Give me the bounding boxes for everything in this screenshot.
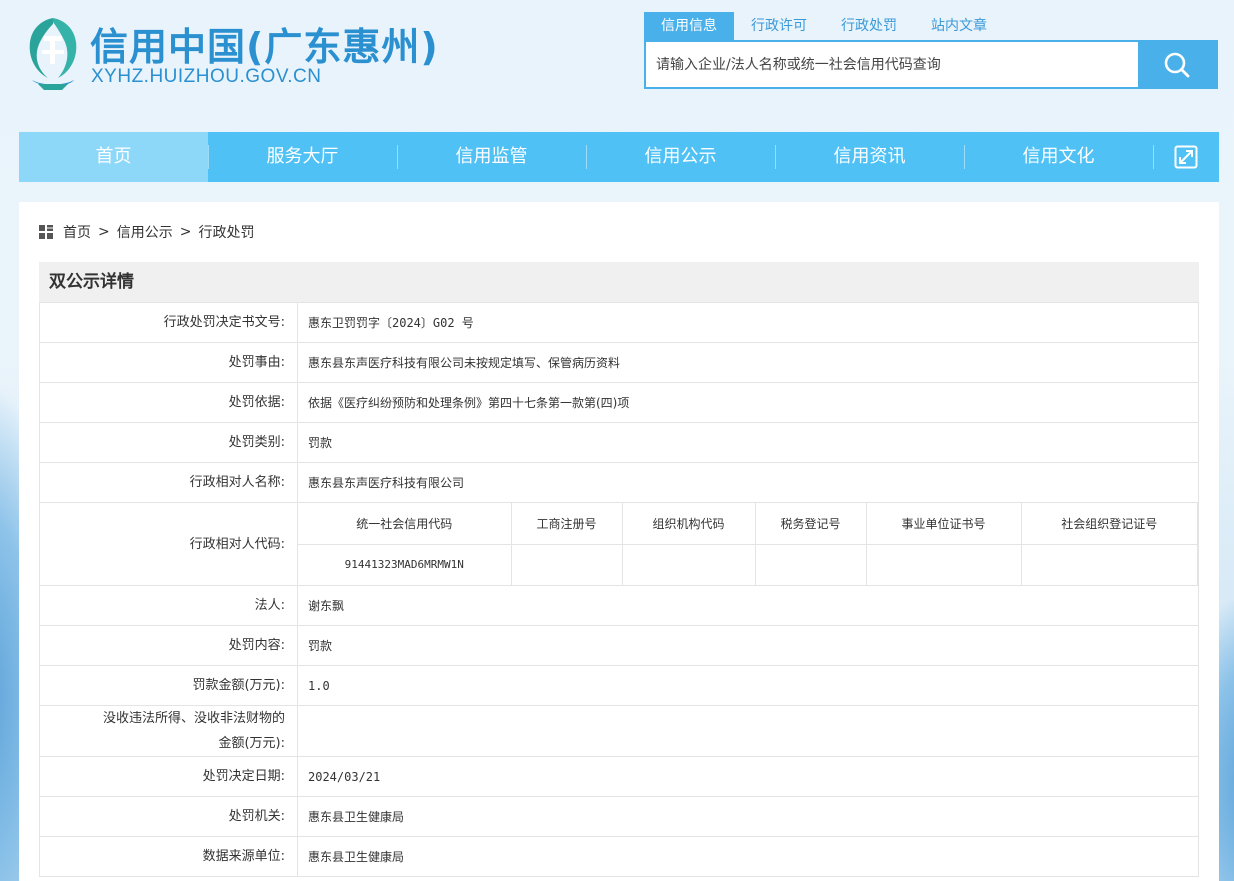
- breadcrumb-credit-publicity[interactable]: 信用公示: [117, 222, 173, 242]
- penalty-content-value: 罚款: [297, 625, 1199, 666]
- search-tab-site-articles[interactable]: 站内文章: [914, 12, 1004, 40]
- row-label: 行政相对人名称:: [39, 462, 298, 503]
- party-code-cell: 统一社会信用代码 工商注册号 组织机构代码 税务登记号 事业单位证书号 社会组织…: [297, 502, 1199, 586]
- decision-number-value: 惠东卫罚罚字〔2024〕G02 号: [297, 302, 1199, 343]
- tax-reg-no-value: [754, 543, 867, 585]
- breadcrumb-sep: >: [179, 224, 192, 240]
- expand-icon: [1174, 145, 1198, 169]
- search-tab-admin-penalty[interactable]: 行政处罚: [824, 12, 914, 40]
- breadcrumb: 首页 > 信用公示 > 行政处罚: [39, 222, 254, 242]
- row-label: 数据来源单位:: [39, 836, 298, 877]
- row-label: 处罚依据:: [39, 382, 298, 423]
- detail-table: 行政处罚决定书文号: 惠东卫罚罚字〔2024〕G02 号 处罚事由: 惠东县东声…: [39, 302, 1199, 877]
- site-logo-icon[interactable]: [22, 14, 84, 92]
- nav-item-credit-news[interactable]: 信用资讯: [775, 132, 964, 182]
- org-code-value: [621, 543, 756, 585]
- nav-item-service-hall[interactable]: 服务大厅: [208, 132, 397, 182]
- nav-item-credit-supervision[interactable]: 信用监管: [397, 132, 586, 182]
- table-row: 数据来源单位: 惠东县卫生健康局: [39, 836, 1199, 877]
- code-header: 事业单位证书号: [865, 503, 1022, 545]
- nav-item-credit-publicity[interactable]: 信用公示: [586, 132, 775, 182]
- table-row: 处罚事由: 惠东县东声医疗科技有限公司未按规定填写、保管病历资料: [39, 342, 1199, 383]
- row-label: 处罚机关:: [39, 796, 298, 837]
- nav-expand-button[interactable]: [1153, 132, 1219, 182]
- row-label: 行政相对人代码:: [39, 502, 298, 586]
- party-name-value: 惠东县东声医疗科技有限公司: [297, 462, 1199, 503]
- search-tab-credit-info[interactable]: 信用信息: [644, 12, 734, 40]
- authority-value: 惠东县卫生健康局: [297, 796, 1199, 837]
- search-button[interactable]: [1138, 42, 1216, 87]
- code-header: 统一社会信用代码: [298, 503, 512, 545]
- decision-date-value: 2024/03/21: [297, 756, 1199, 797]
- table-row: 行政处罚决定书文号: 惠东卫罚罚字〔2024〕G02 号: [39, 302, 1199, 343]
- institution-cert-no-value: [865, 543, 1022, 585]
- unified-credit-code-value: 91441323MAD6MRMW1N: [298, 543, 512, 585]
- breadcrumb-admin-penalty[interactable]: 行政处罚: [198, 222, 254, 242]
- content-area: 首页 > 信用公示 > 行政处罚 双公示详情 行政处罚决定书文号: 惠东卫罚罚字…: [19, 202, 1219, 881]
- table-row: 处罚内容: 罚款: [39, 625, 1199, 666]
- confiscation-amount-value: [297, 705, 1199, 757]
- fine-amount-value: 1.0: [297, 665, 1199, 706]
- table-row: 处罚类别: 罚款: [39, 422, 1199, 463]
- search-tab-admin-license[interactable]: 行政许可: [734, 12, 824, 40]
- breadcrumb-home[interactable]: 首页: [63, 222, 91, 242]
- row-label: 处罚事由:: [39, 342, 298, 383]
- site-domain: XYHZ.HUIZHOU.GOV.CN: [91, 66, 322, 87]
- search-input[interactable]: [646, 42, 1138, 87]
- code-header: 组织机构代码: [621, 503, 756, 545]
- code-header: 工商注册号: [510, 503, 623, 545]
- penalty-basis-value: 依据《医疗纠纷预防和处理条例》第四十七条第一款第(四)项: [297, 382, 1199, 423]
- search-box: [644, 40, 1218, 89]
- main-nav: 首页 服务大厅 信用监管 信用公示 信用资讯 信用文化: [19, 132, 1219, 182]
- table-row: 处罚机关: 惠东县卫生健康局: [39, 796, 1199, 837]
- party-code-table: 统一社会信用代码 工商注册号 组织机构代码 税务登记号 事业单位证书号 社会组织…: [298, 503, 1198, 585]
- header: 信用中国(广东惠州) XYHZ.HUIZHOU.GOV.CN 信用信息 行政许可…: [0, 0, 1234, 120]
- row-label: 没收违法所得、没收非法财物的 金额(万元):: [39, 705, 298, 757]
- table-row: 法人: 谢东飘: [39, 585, 1199, 626]
- social-org-reg-no-value: [1020, 543, 1198, 585]
- code-header: 税务登记号: [754, 503, 867, 545]
- site-title: 信用中国(广东惠州): [90, 25, 439, 69]
- row-label: 罚款金额(万元):: [39, 665, 298, 706]
- table-row: 处罚决定日期: 2024/03/21: [39, 756, 1199, 797]
- table-row: 行政相对人代码: 统一社会信用代码 工商注册号 组织机构代码 税务登记号 事业单…: [39, 502, 1199, 586]
- code-header: 社会组织登记证号: [1020, 503, 1198, 545]
- row-label-line: 没收违法所得、没收非法财物的: [102, 711, 285, 726]
- nav-item-credit-culture[interactable]: 信用文化: [964, 132, 1153, 182]
- table-row: 行政相对人名称: 惠东县东声医疗科技有限公司: [39, 462, 1199, 503]
- search-tabs: 信用信息 行政许可 行政处罚 站内文章: [644, 12, 1004, 40]
- data-source-value: 惠东县卫生健康局: [297, 836, 1199, 877]
- row-label: 法人:: [39, 585, 298, 626]
- legal-person-value: 谢东飘: [297, 585, 1199, 626]
- table-row: 处罚依据: 依据《医疗纠纷预防和处理条例》第四十七条第一款第(四)项: [39, 382, 1199, 423]
- detail-panel: 双公示详情 行政处罚决定书文号: 惠东卫罚罚字〔2024〕G02 号 处罚事由:…: [39, 262, 1199, 877]
- penalty-reason-value: 惠东县东声医疗科技有限公司未按规定填写、保管病历资料: [297, 342, 1199, 383]
- breadcrumb-sep: >: [98, 224, 110, 240]
- nav-item-home[interactable]: 首页: [19, 132, 208, 182]
- penalty-category-value: 罚款: [297, 422, 1199, 463]
- row-label: 处罚决定日期:: [39, 756, 298, 797]
- panel-title: 双公示详情: [39, 262, 1199, 302]
- search-icon: [1164, 52, 1190, 77]
- table-row: 罚款金额(万元): 1.0: [39, 665, 1199, 706]
- business-reg-no-value: [510, 543, 623, 585]
- row-label: 处罚类别:: [39, 422, 298, 463]
- row-label: 处罚内容:: [39, 625, 298, 666]
- row-label: 行政处罚决定书文号:: [39, 302, 298, 343]
- table-row: 没收违法所得、没收非法财物的 金额(万元):: [39, 705, 1199, 757]
- row-label-line: 金额(万元):: [218, 736, 285, 751]
- grid-icon: [39, 225, 53, 239]
